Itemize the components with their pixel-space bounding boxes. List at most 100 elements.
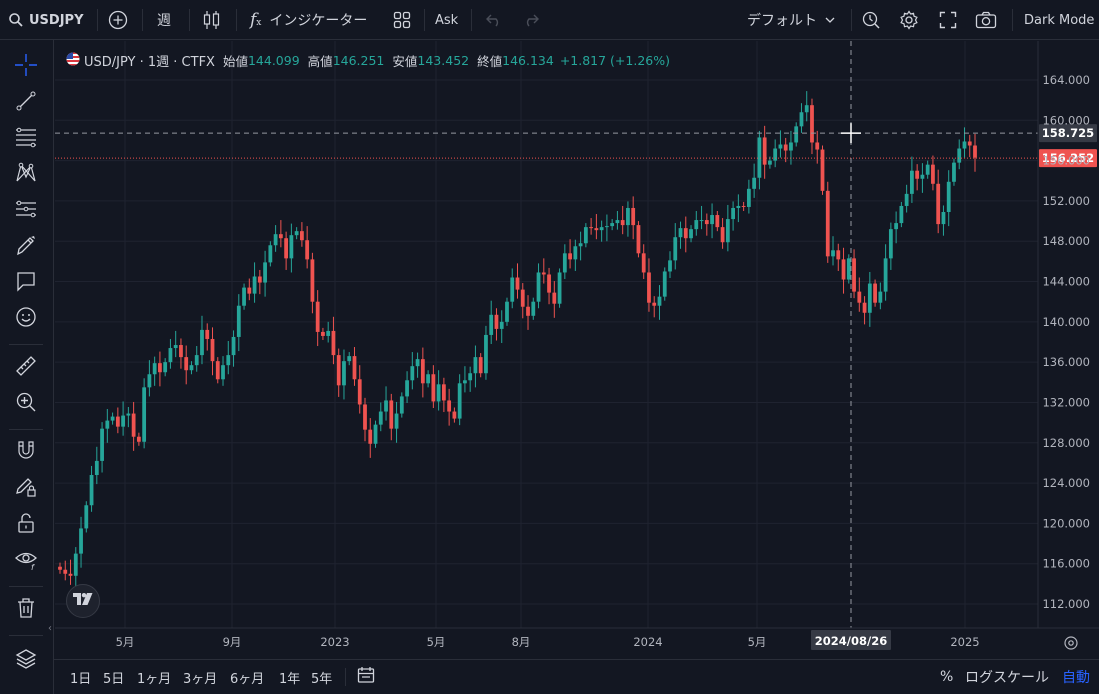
text-tool[interactable] — [13, 270, 39, 296]
time-tick-label: 5月 — [427, 635, 446, 649]
chart-overlay: 156.252 158.725 2024/08/26 — [55, 41, 1097, 650]
candle-body — [110, 416, 115, 421]
remove-drawings-tool[interactable] — [13, 597, 39, 623]
goto-date-button[interactable] — [356, 660, 376, 694]
candle-body — [710, 215, 714, 225]
layout-dropdown[interactable]: デフォルト — [747, 0, 835, 40]
theme-label: Dark Mode — [1024, 12, 1095, 28]
auto-scale-toggle[interactable]: 自動 — [1062, 660, 1090, 694]
emoji-tool[interactable] — [13, 306, 39, 332]
fullscreen-button[interactable] — [939, 0, 957, 40]
price-type-button[interactable]: Ask — [435, 0, 458, 40]
candle-body — [867, 283, 872, 313]
candle-body — [757, 137, 762, 178]
candle-body — [689, 229, 693, 239]
zoom-tool[interactable] — [13, 391, 39, 417]
candle-body — [399, 396, 404, 414]
candle-body — [641, 253, 646, 273]
range-1m[interactable]: 1ヶ月 — [137, 660, 171, 694]
low-label: 安値 — [392, 53, 418, 69]
theme-toggle[interactable]: Dark Mode — [1024, 0, 1094, 40]
candle-body — [741, 205, 746, 207]
divider — [9, 344, 43, 345]
lock-all-tool[interactable] — [13, 512, 39, 538]
compare-symbol-button[interactable] — [108, 0, 128, 40]
price-type-label: Ask — [435, 12, 459, 28]
divider — [9, 429, 43, 430]
candle-body — [662, 271, 667, 297]
quick-search-button[interactable] — [861, 0, 881, 40]
candle-body — [152, 363, 157, 375]
range-3m[interactable]: 3ヶ月 — [183, 660, 217, 694]
candle-body — [273, 234, 278, 246]
candle-body — [647, 272, 651, 303]
prediction-tool[interactable] — [13, 198, 39, 224]
candle-body — [873, 283, 877, 303]
indicators-button[interactable]: fx インジケーター — [250, 0, 367, 40]
candle-body — [578, 243, 583, 247]
candle-body — [126, 413, 131, 416]
range-1y[interactable]: 1年 — [279, 660, 300, 694]
lock-drawing-tool[interactable] — [13, 476, 39, 502]
candle-body — [300, 231, 304, 241]
trend-line-tool[interactable] — [13, 90, 39, 116]
candle-body — [973, 145, 977, 158]
screenshot-button[interactable] — [975, 0, 997, 40]
crosshair-price-label-bg — [1039, 124, 1097, 143]
candle-body — [683, 228, 688, 239]
magnet-tool[interactable] — [13, 440, 39, 466]
candle-body — [441, 384, 446, 401]
candle-body — [526, 306, 530, 316]
candle-body — [415, 359, 420, 367]
candle-body — [221, 365, 225, 380]
redo-button[interactable] — [522, 0, 540, 40]
divider — [189, 9, 190, 31]
brush-tool[interactable] — [13, 234, 39, 260]
candle-body — [910, 170, 914, 194]
candle-body — [615, 220, 620, 224]
chart-type-button[interactable] — [202, 0, 222, 40]
interval-button[interactable]: 週 — [157, 0, 171, 40]
crosshair-tool[interactable] — [13, 54, 39, 80]
price-chart[interactable]: 156.252158.7252024/08/26 164.000160.0001… — [0, 0, 1099, 694]
divider — [97, 9, 98, 31]
symbol-search-button[interactable]: USDJPY — [8, 0, 84, 40]
time-tick-label: 5月 — [116, 635, 135, 649]
candle-body — [536, 272, 541, 302]
divider — [9, 635, 43, 636]
candle-body — [699, 220, 704, 222]
crosshair-icon — [14, 53, 38, 81]
object-tree-button[interactable] — [13, 648, 39, 674]
legend-title[interactable]: USD/JPY · 1週 · CTFX — [84, 51, 215, 70]
fib-tool[interactable] — [13, 126, 39, 152]
candle-body — [831, 250, 835, 257]
close-value: 146.134 — [502, 52, 554, 68]
range-1d[interactable]: 1日 — [70, 660, 91, 694]
pattern-tool[interactable] — [13, 162, 39, 188]
candle-body — [68, 573, 73, 576]
range-5d[interactable]: 5日 — [103, 660, 124, 694]
forecast-icon — [14, 197, 38, 225]
candle-body — [468, 373, 473, 381]
settings-button[interactable] — [899, 0, 919, 40]
tradingview-logo[interactable] — [66, 584, 100, 618]
candle-body — [715, 215, 720, 228]
log-scale-toggle[interactable]: ログスケール — [965, 660, 1049, 694]
range-6m[interactable]: 6ヶ月 — [230, 660, 264, 694]
candle-body — [268, 245, 273, 263]
candle-body — [888, 229, 893, 259]
collapse-toolbar-button[interactable]: ‹ — [46, 617, 54, 639]
percent-toggle[interactable]: % — [940, 660, 953, 694]
candle-body — [347, 356, 352, 362]
candle-body — [894, 223, 899, 230]
timer-search-icon — [861, 10, 881, 30]
smiley-icon — [14, 305, 38, 333]
range-5y[interactable]: 5年 — [311, 660, 332, 694]
price-tick-label: 160.000 — [1042, 113, 1090, 127]
candle-body — [457, 383, 462, 419]
measure-tool[interactable] — [13, 355, 39, 381]
candle-body — [657, 296, 662, 306]
hide-tool[interactable]: f — [13, 548, 39, 574]
undo-button[interactable] — [485, 0, 503, 40]
templates-button[interactable] — [393, 0, 411, 40]
